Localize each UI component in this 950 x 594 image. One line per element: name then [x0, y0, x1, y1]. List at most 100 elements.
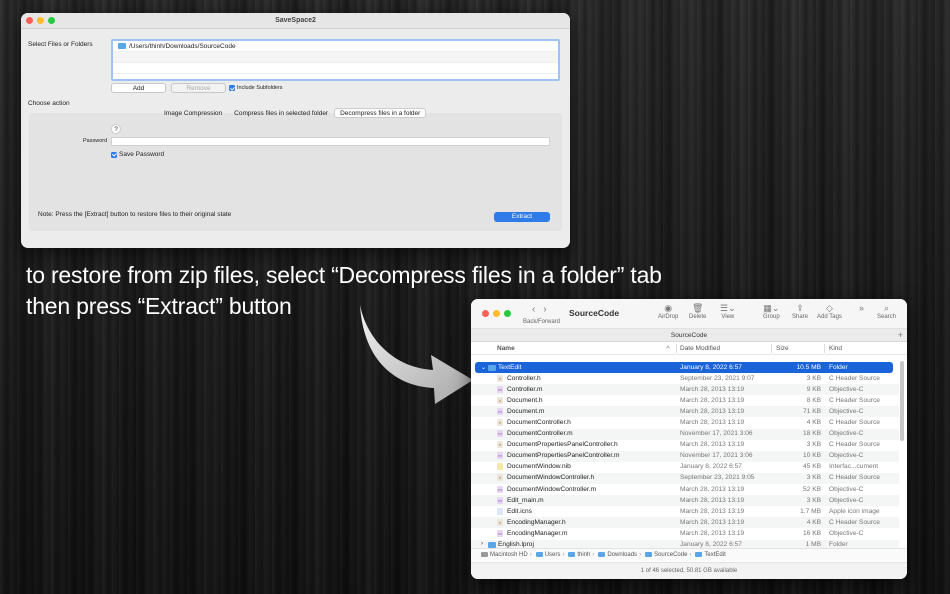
file-list-row[interactable]: Edit.icns March 28, 2013 13:19 1.7 MB Apple…	[471, 506, 899, 517]
search-button[interactable]: ⌕ Search	[877, 302, 896, 320]
file-list-row[interactable]: m EncodingManager.m March 28, 2013 13:19 16…	[471, 528, 899, 539]
file-list-row[interactable]: h EncodingManager.h March 28, 2013 13:19 4 …	[471, 517, 899, 529]
caption-line-2: then press “Extract” button	[26, 293, 292, 319]
path-segment[interactable]: thinh	[577, 552, 590, 558]
column-kind[interactable]: Kind	[829, 345, 842, 352]
search-icon: ⌕	[883, 303, 890, 313]
file-name: Controller.h	[507, 374, 541, 382]
h-file-icon: h	[497, 518, 503, 526]
new-tab-button[interactable]: +	[898, 329, 903, 342]
group-button[interactable]: ▦⌄ Group	[763, 302, 780, 320]
file-size: 4 KB	[806, 518, 821, 526]
file-kind: C Header Source	[829, 418, 880, 426]
close-window-button[interactable]	[26, 17, 33, 24]
help-button[interactable]: ?	[111, 124, 121, 134]
minimize-window-button[interactable]	[37, 17, 44, 24]
path-segment[interactable]: Macintosh HD	[490, 552, 528, 558]
file-date: March 28, 2013 13:19	[680, 407, 745, 415]
file-list-row[interactable]: m Controller.m March 28, 2013 13:19 9 KB Obj…	[471, 384, 899, 396]
folder-icon	[488, 364, 496, 371]
file-list-row[interactable]: ⌄ TextEdit January 8, 2022 6:57 10.5 MB Fold…	[475, 362, 893, 374]
note-text: Note: Press the [Extract] button to rest…	[38, 211, 232, 218]
finder-window: ‹› Back/Forward SourceCode ◉ AirDrop 🗑 D…	[471, 299, 907, 579]
file-name: Controller.m	[507, 385, 543, 393]
column-size[interactable]: Size	[776, 345, 789, 352]
file-list-row[interactable]: h DocumentController.h March 28, 2013 13:1…	[471, 417, 899, 428]
file-date: March 28, 2013 13:19	[680, 518, 745, 526]
file-list-item[interactable]: /Users/thinh/Downloads/SourceCode	[113, 41, 558, 52]
path-segment[interactable]: Downloads	[607, 552, 637, 558]
extract-button[interactable]: Extract	[494, 212, 550, 222]
file-date: March 28, 2013 13:19	[680, 507, 745, 515]
file-list-row[interactable]: h Document.h March 28, 2013 13:19 8 KB C Hea…	[471, 395, 899, 406]
path-segment[interactable]: TextEdit	[704, 552, 725, 558]
view-button[interactable]: ☰⌄ View	[720, 302, 736, 320]
view-label: View	[721, 314, 735, 320]
add-tags-button[interactable]: ◇ Add Tags	[817, 302, 842, 320]
chevron-right-icon: ›	[592, 552, 595, 558]
file-size: 1.7 MB	[800, 507, 821, 515]
tab-decompress-files[interactable]: Decompress files in a folder	[334, 108, 427, 118]
file-list-row[interactable]: DocumentWindow.nib January 8, 2022 6:57 45…	[471, 462, 899, 473]
file-date: September 23, 2021 9:07	[680, 374, 755, 382]
zoom-window-button[interactable]	[504, 310, 511, 317]
file-size: 10 KB	[803, 452, 821, 460]
file-list-row[interactable]: h DocumentPropertiesPanelController.h Marc…	[471, 440, 899, 451]
select-files-label: Select Files or Folders	[28, 41, 93, 48]
airdrop-button[interactable]: ◉ AirDrop	[658, 302, 678, 320]
tab-image-compression[interactable]: Image Compression	[158, 108, 228, 118]
disk-icon	[481, 551, 488, 557]
include-subfolders-checkbox[interactable]: Include Subfolders	[229, 85, 283, 91]
save-password-checkbox[interactable]: Save Password	[111, 151, 164, 158]
tag-icon: ◇	[826, 303, 833, 313]
file-kind: Interfac...cument	[829, 463, 879, 471]
file-kind: Apple icon image	[829, 507, 880, 515]
back-forward-buttons[interactable]: ‹›	[532, 304, 555, 315]
chevron-right-icon: ›	[689, 552, 692, 558]
file-list-row[interactable]: m Edit_main.m March 28, 2013 13:19 3 KB Obje…	[471, 495, 899, 507]
password-field[interactable]	[111, 137, 550, 146]
add-button[interactable]: Add	[111, 83, 166, 93]
h-file-icon: h	[497, 374, 503, 382]
minimize-window-button[interactable]	[493, 310, 500, 317]
chevron-right-icon: ›	[562, 552, 565, 558]
disclosure-open-icon[interactable]: ⌄	[481, 364, 486, 371]
file-list-row[interactable]: m DocumentWindowController.m March 28, 201…	[471, 484, 899, 495]
column-divider	[824, 344, 825, 353]
close-window-button[interactable]	[482, 310, 489, 317]
delete-label: Delete	[689, 314, 707, 320]
file-date: March 28, 2013 13:19	[680, 496, 745, 504]
disclosure-closed-icon[interactable]: ›	[481, 541, 483, 547]
file-list-row[interactable]: m DocumentController.m November 17, 2021 3…	[471, 428, 899, 440]
file-kind: C Header Source	[829, 474, 880, 482]
file-list-row[interactable]: m Document.m March 28, 2013 13:19 71 KB Obje…	[471, 406, 899, 418]
file-date: March 28, 2013 13:19	[680, 396, 745, 404]
more-toolbar-button[interactable]: »	[859, 302, 864, 314]
nib-file-icon	[497, 463, 503, 471]
remove-button[interactable]: Remove	[171, 83, 226, 93]
file-kind: C Header Source	[829, 518, 880, 526]
column-divider	[771, 344, 772, 353]
finder-tab[interactable]: SourceCode +	[471, 329, 907, 342]
list-view-icon: ☰⌄	[720, 303, 736, 313]
m-file-icon: m	[497, 485, 503, 493]
path-segment[interactable]: SourceCode	[654, 552, 687, 558]
file-list-row[interactable]: h DocumentWindowController.h September 23,…	[471, 472, 899, 485]
selected-files-list[interactable]: /Users/thinh/Downloads/SourceCode	[111, 39, 560, 81]
file-list-row[interactable]: h Controller.h September 23, 2021 9:07 3 KB…	[471, 373, 899, 384]
column-name[interactable]: Name	[497, 345, 515, 352]
file-list: ⌄ TextEdit January 8, 2022 6:57 10.5 MB Fold…	[471, 362, 899, 551]
tab-compress-files[interactable]: Compress files in selected folder	[228, 108, 334, 118]
file-list-row[interactable]: m DocumentPropertiesPanelController.m Nove…	[471, 450, 899, 462]
share-button[interactable]: ⇪ Share	[792, 302, 808, 320]
vertical-scrollbar[interactable]	[900, 361, 904, 441]
column-date[interactable]: Date Modified	[680, 345, 720, 352]
file-name: Document.h	[507, 396, 543, 404]
zoom-window-button[interactable]	[48, 17, 55, 24]
file-name: DocumentWindowController.m	[507, 485, 597, 493]
file-size: 10.5 MB	[796, 363, 821, 371]
file-date: November 17, 2021 3:06	[680, 430, 753, 438]
path-segment[interactable]: Users	[545, 552, 561, 558]
delete-button[interactable]: 🗑 Delete	[689, 302, 706, 320]
file-kind: Objective-C	[829, 407, 864, 415]
